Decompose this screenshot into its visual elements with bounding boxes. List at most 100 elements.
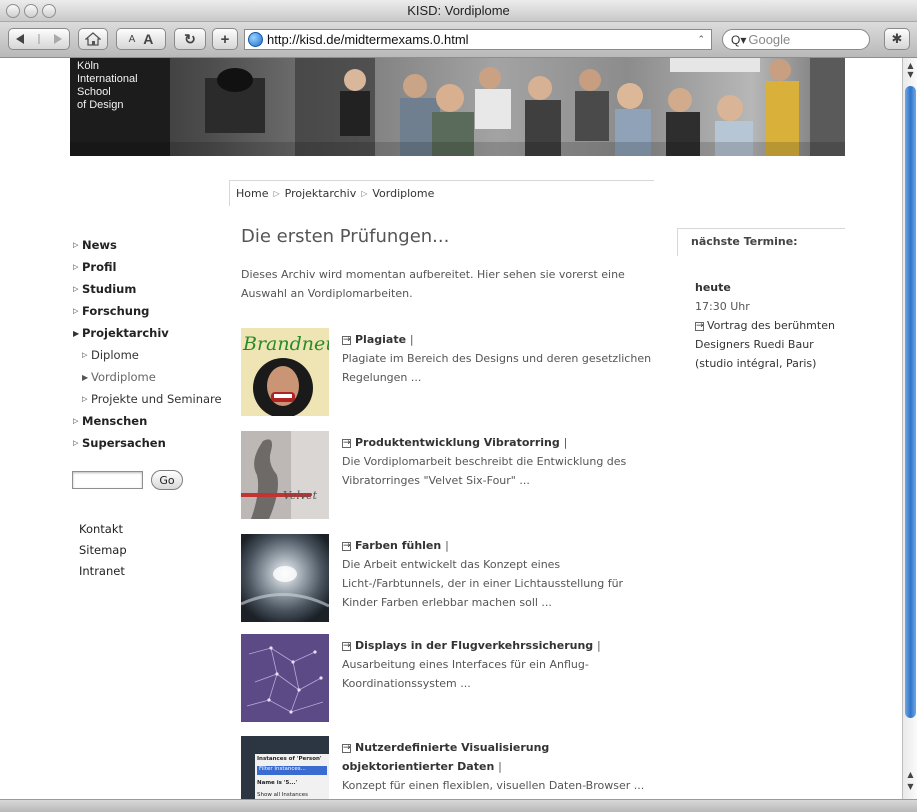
- nav-item-studium[interactable]: ▷ Studium: [73, 278, 222, 300]
- thumb-line: Name is '5...': [257, 780, 298, 786]
- nav-item-news[interactable]: ▷ News: [73, 234, 222, 256]
- site-search-form: Go: [72, 470, 183, 490]
- nav-subitem-diplome[interactable]: ▷ Diplome: [73, 344, 222, 366]
- article-body: → Nutzerdefinierte Visualisierung objekto…: [342, 738, 660, 795]
- search-icon[interactable]: Q▾: [731, 33, 746, 47]
- search-input[interactable]: Q▾ Google: [722, 29, 870, 50]
- title-separator: |: [445, 539, 449, 552]
- article-body: → Farben fühlen | Die Arbeit entwickelt d…: [342, 536, 660, 612]
- nav-item-projektarchiv[interactable]: ▶ Projektarchiv: [73, 322, 222, 344]
- article-vibratorring: Velvet → Produktentwicklung Vibratorring …: [241, 431, 661, 521]
- external-link-icon: →: [342, 641, 351, 651]
- nav-item-forschung[interactable]: ▷ Forschung: [73, 300, 222, 322]
- thumb-line: Filter Instances...: [257, 766, 327, 775]
- title-separator: |: [498, 760, 502, 773]
- status-bar: [0, 799, 917, 812]
- article-title[interactable]: → Nutzerdefinierte Visualisierung objekto…: [342, 738, 660, 776]
- main-content: Die ersten Prüfungen... Dieses Archiv wi…: [241, 226, 661, 303]
- breadcrumb-separator-icon: ▷: [361, 189, 368, 198]
- nav-label: Vordiplome: [91, 370, 156, 384]
- nav-label: Projektarchiv: [82, 326, 169, 340]
- go-button[interactable]: Go: [151, 470, 183, 490]
- text-smaller-button[interactable]: A: [129, 34, 136, 45]
- breadcrumb-vordiplome[interactable]: Vordiplome: [372, 187, 434, 200]
- text-bigger-button[interactable]: A: [143, 31, 153, 47]
- arrow-right-icon: ▷: [73, 285, 79, 293]
- article-title[interactable]: → Plagiate |: [342, 330, 660, 349]
- banner-photo: [70, 58, 845, 156]
- breadcrumb-projektarchiv[interactable]: Projektarchiv: [285, 187, 357, 200]
- nav-label: Projekte und Seminare: [91, 392, 222, 406]
- thumb-line: Show all Instances: [257, 792, 309, 798]
- scroll-thumb[interactable]: [905, 86, 916, 718]
- window-title: KISD: Vordiplome: [407, 3, 510, 18]
- arrow-right-icon: ▷: [73, 263, 79, 271]
- home-icon: [85, 32, 101, 46]
- article-body: → Displays in der Flugverkehrssicherung |…: [342, 636, 660, 693]
- nav-subitem-projekte-und-seminare[interactable]: ▷ Projekte und Seminare: [73, 388, 222, 410]
- nav-item-profil[interactable]: ▷ Profil: [73, 256, 222, 278]
- nav-item-supersachen[interactable]: ▷ Supersachen: [73, 432, 222, 454]
- url-dropdown-icon[interactable]: ⌃: [697, 34, 705, 45]
- thumbnail-vibratorring[interactable]: Velvet: [241, 431, 329, 519]
- header-banner: Köln International School of Design: [70, 58, 845, 156]
- arrow-right-icon: ▷: [82, 351, 88, 359]
- article-title[interactable]: → Farben fühlen |: [342, 536, 660, 555]
- link-intranet[interactable]: Intranet: [79, 564, 127, 585]
- site-search-input[interactable]: [72, 471, 143, 489]
- nav-label: Forschung: [82, 304, 150, 318]
- kisd-logo[interactable]: Köln International School of Design: [77, 60, 147, 112]
- arrow-right-icon: ▷: [73, 307, 79, 315]
- event-text[interactable]: Vortrag des berühmten Designers Ruedi Ba…: [695, 319, 835, 370]
- back-forward-buttons[interactable]: [8, 28, 70, 50]
- home-button[interactable]: [78, 28, 108, 50]
- thumbnail-flugverkehrssicherung[interactable]: [241, 634, 329, 722]
- external-link-icon: →: [342, 743, 351, 753]
- article-title[interactable]: → Displays in der Flugverkehrssicherung |: [342, 636, 660, 655]
- scroll-up-icon[interactable]: ▲: [906, 770, 915, 779]
- add-bookmark-button[interactable]: +: [212, 28, 238, 50]
- article-flugverkehrssicherung: → Displays in der Flugverkehrssicherung |…: [241, 634, 661, 724]
- events-sidebar: nächste Termine: heute 17:30 Uhr → Vortra…: [677, 228, 845, 373]
- breadcrumb-home[interactable]: Home: [236, 187, 268, 200]
- article-description: Die Arbeit entwickelt das Konzept eines …: [342, 558, 624, 609]
- link-kontakt[interactable]: Kontakt: [79, 522, 127, 543]
- nav-subitem-vordiplome[interactable]: ▶ Vordiplome: [73, 366, 222, 388]
- vertical-scrollbar[interactable]: ▲ ▼ ▲ ▼: [902, 58, 917, 799]
- article-title[interactable]: → Produktentwicklung Vibratorring |: [342, 433, 660, 452]
- reload-button[interactable]: ↻: [174, 28, 206, 50]
- nav-label: Supersachen: [82, 436, 166, 450]
- article-title-text[interactable]: Displays in der Flugverkehrssicherung: [355, 639, 593, 652]
- nav-label: Profil: [82, 260, 117, 274]
- scroll-down-icon[interactable]: ▼: [906, 782, 915, 791]
- article-title-text[interactable]: Nutzerdefinierte Visualisierung objektor…: [342, 741, 549, 773]
- thumbnail-farben-fuehlen[interactable]: [241, 534, 329, 622]
- nav-item-menschen[interactable]: ▷ Menschen: [73, 410, 222, 432]
- link-sitemap[interactable]: Sitemap: [79, 543, 127, 564]
- article-description: Konzept für einen flexiblen, visuellen D…: [342, 779, 645, 792]
- url-text[interactable]: http://kisd.de/midtermexams.0.html: [267, 32, 697, 47]
- nav-label: Menschen: [82, 414, 148, 428]
- brandneu-cover-image: Brandneu: [241, 328, 329, 416]
- thumb-title: Brandneu: [242, 333, 329, 355]
- nav-label: Studium: [82, 282, 137, 296]
- article-title-text[interactable]: Farben fühlen: [355, 539, 441, 552]
- article-title-text[interactable]: Plagiate: [355, 333, 406, 346]
- address-bar[interactable]: http://kisd.de/midtermexams.0.html ⌃: [244, 29, 712, 50]
- page-title: Die ersten Prüfungen...: [241, 226, 450, 247]
- text-size-buttons[interactable]: A A: [116, 28, 166, 50]
- article-body: → Plagiate | Plagiate im Bereich des Desi…: [342, 330, 660, 387]
- title-separator: |: [563, 436, 568, 449]
- scroll-down-icon[interactable]: ▼: [906, 70, 915, 79]
- bug-report-button[interactable]: ✱: [884, 28, 910, 50]
- arrow-open-icon: ▶: [82, 372, 89, 382]
- scroll-up-icon[interactable]: ▲: [906, 61, 915, 70]
- article-title-text[interactable]: Produktentwicklung Vibratorring: [355, 436, 560, 449]
- globe-icon: [248, 32, 263, 47]
- thumbnail-plagiate[interactable]: Brandneu: [241, 328, 329, 416]
- window-titlebar: KISD: Vordiplome: [0, 0, 917, 22]
- article-plagiate: Brandneu → Plagiate | Plagiate im Bereich…: [241, 328, 661, 418]
- thumbnail-visualisierung[interactable]: Instances of 'Person' Filter Instances..…: [241, 736, 329, 799]
- title-separator: |: [597, 639, 601, 652]
- event-link[interactable]: → Vortrag des berühmten Designers Ruedi B…: [695, 316, 845, 373]
